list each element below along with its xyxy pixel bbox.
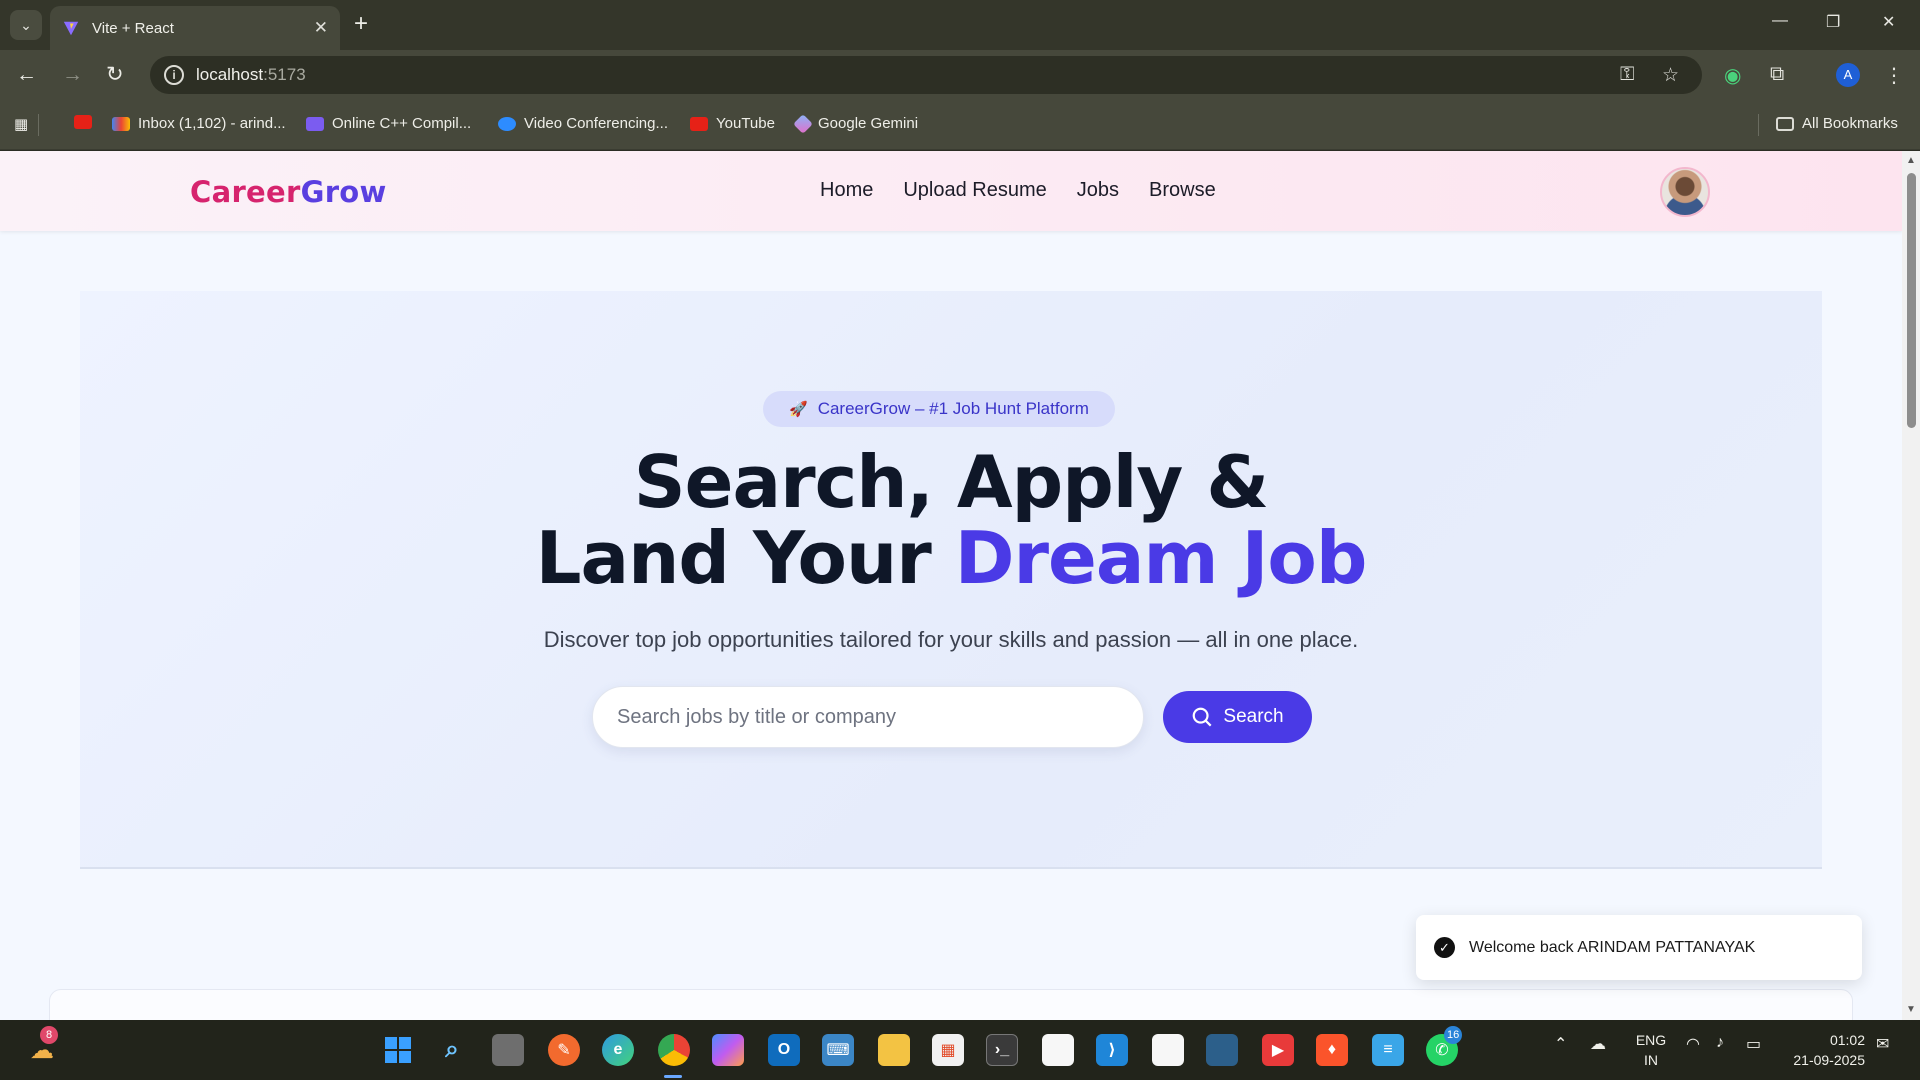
system-clock[interactable]: 01:02 21-09-2025 — [1785, 1030, 1865, 1070]
zoom-icon — [498, 116, 516, 131]
notepad-icon[interactable]: ≡ — [1372, 1034, 1404, 1066]
whatsapp-badge: 16 — [1444, 1026, 1463, 1044]
keyboard-app-icon[interactable]: ⌨ — [822, 1034, 854, 1066]
profile-avatar[interactable]: A — [1836, 63, 1860, 87]
windows-start-icon[interactable] — [382, 1034, 414, 1066]
site-info-icon[interactable]: i — [164, 65, 184, 85]
chrome-icon[interactable] — [658, 1034, 690, 1066]
browser-tab[interactable]: Vite + React ✕ — [50, 6, 340, 50]
store-icon[interactable]: ▦ — [932, 1034, 964, 1066]
hero-headline-line2: Land Your Dream Job — [535, 516, 1368, 600]
bookmark-star-icon[interactable]: ☆ — [1662, 64, 1679, 87]
weather-badge: 8 — [40, 1026, 58, 1044]
wifi-icon[interactable]: ◠ — [1686, 1034, 1700, 1054]
address-bar[interactable]: i localhost:5173 ⚿ ☆ — [150, 56, 1702, 94]
nav-link-home[interactable]: Home — [820, 179, 873, 202]
edge-icon[interactable]: e — [602, 1034, 634, 1066]
search-icon — [1193, 707, 1212, 727]
scroll-thumb[interactable] — [1907, 173, 1916, 428]
nav-link-upload-resume[interactable]: Upload Resume — [903, 179, 1046, 202]
checkmark-icon: ✓ — [1434, 937, 1455, 958]
web-page: CareerGrow Home Upload Resume Jobs Brows… — [0, 151, 1902, 1020]
new-tab-button[interactable]: + — [354, 11, 368, 37]
bookmark-zoom[interactable]: Video Conferencing... — [498, 115, 668, 132]
welcome-toast[interactable]: ✓ Welcome back ARINDAM PATTANAYAK — [1416, 915, 1862, 980]
task-view-icon[interactable] — [492, 1034, 524, 1066]
document-icon[interactable] — [1152, 1034, 1184, 1066]
bookmarks-bar: ▦ Inbox (1,102) - arind... Online C++ Co… — [0, 100, 1920, 150]
brave-icon[interactable]: ♦ — [1316, 1034, 1348, 1066]
bookmark-gemini[interactable]: Google Gemini — [793, 113, 918, 134]
postman-icon[interactable]: ✎ — [548, 1034, 580, 1066]
extension-circle-icon[interactable]: ◉ — [1724, 63, 1741, 88]
outlook-icon[interactable]: O — [768, 1034, 800, 1066]
scroll-down-icon[interactable]: ▼ — [1906, 1004, 1916, 1015]
hero-section: 🚀 CareerGrow – #1 Job Hunt Platform Sear… — [80, 291, 1822, 869]
restore-icon[interactable]: ❐ — [1826, 12, 1840, 32]
hero-subtitle: Discover top job opportunities tailored … — [543, 627, 1359, 652]
minimize-icon[interactable]: — — [1772, 12, 1788, 30]
nav-link-jobs[interactable]: Jobs — [1077, 179, 1119, 202]
platform-badge: 🚀 CareerGrow – #1 Job Hunt Platform — [763, 391, 1115, 427]
folder-icon — [1776, 116, 1794, 131]
windows-taskbar: ☁ 8 ⌕ ✎ e O ⌨ ▦ ›_ ⟩ ▶ ♦ ≡ ✆ 16 ⌃ ☁ ENG … — [0, 1020, 1920, 1080]
youtube-icon — [690, 116, 708, 131]
content-card — [49, 989, 1853, 1020]
onedrive-cloud-icon[interactable]: ☁ — [1590, 1034, 1606, 1054]
back-arrow-icon[interactable]: ← — [16, 63, 37, 87]
close-tab-icon[interactable]: ✕ — [314, 18, 328, 38]
bookmark-youtube[interactable]: YouTube — [690, 115, 775, 132]
notifications-icon[interactable]: ✉ — [1876, 1034, 1889, 1054]
rocket-icon: 🚀 — [789, 401, 808, 418]
bookmark-gmail[interactable]: Inbox (1,102) - arind... — [112, 115, 286, 132]
active-app-indicator — [664, 1075, 682, 1078]
bookmarks-divider — [38, 114, 39, 136]
site-navbar: CareerGrow Home Upload Resume Jobs Brows… — [0, 151, 1902, 231]
scroll-up-icon[interactable]: ▲ — [1906, 155, 1916, 166]
forward-arrow-icon[interactable]: → — [62, 63, 83, 87]
bookmarks-divider — [1758, 114, 1759, 136]
bookmark-youtube-short[interactable] — [74, 115, 100, 129]
reload-icon[interactable]: ↻ — [106, 63, 124, 87]
nav-links: Home Upload Resume Jobs Browse — [820, 179, 1216, 202]
apps-grid-icon[interactable]: ▦ — [14, 115, 28, 133]
hero-headline-line1: Search, Apply & — [633, 440, 1269, 524]
tab-title: Vite + React — [92, 19, 174, 37]
extensions-puzzle-icon[interactable]: ⧉ — [1770, 63, 1784, 86]
all-bookmarks-button[interactable]: All Bookmarks — [1776, 115, 1898, 132]
page-scrollbar[interactable]: ▲ ▼ — [1902, 151, 1920, 1020]
user-avatar[interactable] — [1660, 167, 1710, 217]
file-explorer-icon[interactable] — [878, 1034, 910, 1066]
job-search-input[interactable] — [592, 686, 1144, 748]
vite-icon — [63, 21, 79, 36]
vscode-icon[interactable]: ⟩ — [1096, 1034, 1128, 1066]
password-key-icon[interactable]: ⚿ — [1620, 64, 1634, 86]
language-indicator[interactable]: ENG IN — [1634, 1030, 1668, 1070]
browser-tab-bar: ⌄ Vite + React ✕ + — ❐ ✕ — [0, 0, 1920, 50]
tray-overflow-icon[interactable]: ⌃ — [1554, 1034, 1567, 1054]
gemini-icon — [793, 113, 813, 134]
tab-search-button[interactable]: ⌄ — [10, 10, 42, 40]
close-window-icon[interactable]: ✕ — [1882, 12, 1895, 32]
volume-icon[interactable]: ♪ — [1716, 1034, 1724, 1052]
menu-dots-icon[interactable]: ⋮ — [1884, 63, 1904, 88]
document-icon[interactable] — [1042, 1034, 1074, 1066]
nav-link-browse[interactable]: Browse — [1149, 179, 1216, 202]
media-app-icon[interactable]: ▶ — [1262, 1034, 1294, 1066]
battery-icon[interactable]: ▭ — [1746, 1034, 1761, 1054]
search-button[interactable]: Search — [1163, 691, 1312, 743]
mysql-workbench-icon[interactable] — [1206, 1034, 1238, 1066]
browser-toolbar: ← → ↻ i localhost:5173 ⚿ ☆ ◉ ⧉ A ⋮ — [0, 50, 1920, 100]
careergrow-logo[interactable]: CareerGrow — [190, 175, 387, 209]
gmail-icon — [112, 116, 130, 131]
toast-message: Welcome back ARINDAM PATTANAYAK — [1469, 938, 1756, 956]
search-taskbar-icon[interactable]: ⌕ — [436, 1034, 468, 1066]
bookmark-cpp-compiler[interactable]: Online C++ Compil... — [306, 115, 471, 132]
url-text[interactable]: localhost:5173 — [196, 65, 306, 85]
youtube-icon — [74, 115, 92, 129]
bolt-icon — [306, 116, 324, 131]
copilot-icon[interactable] — [712, 1034, 744, 1066]
terminal-icon[interactable]: ›_ — [986, 1034, 1018, 1066]
